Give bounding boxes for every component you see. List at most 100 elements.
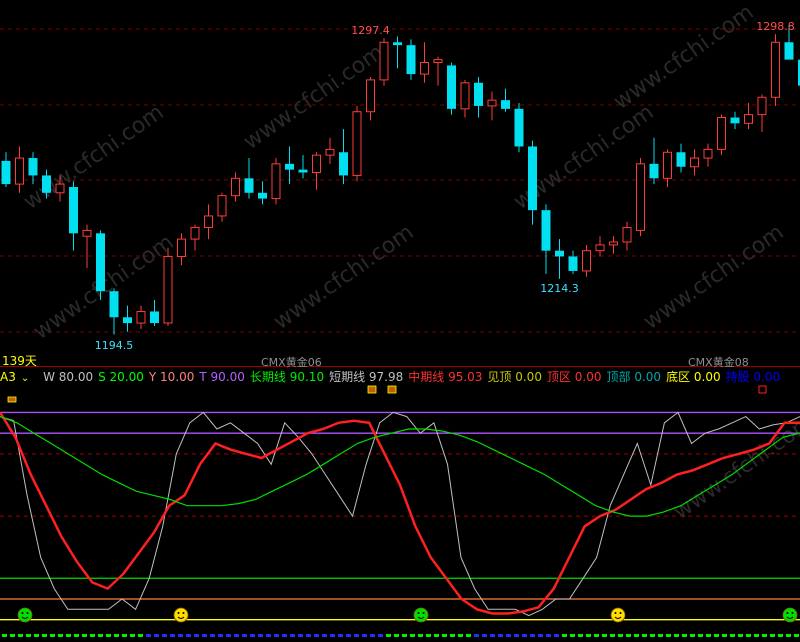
- chevron-down-icon: ⌄: [20, 373, 30, 384]
- signal-dot: [402, 634, 407, 637]
- indicator-item: S 20.00: [98, 370, 144, 384]
- signal-dot: [42, 634, 47, 637]
- watermark-text: www.cfchi.com: [19, 100, 168, 215]
- signal-dot: [66, 634, 71, 637]
- candle-up: [352, 111, 362, 176]
- signal-dot: [554, 634, 559, 637]
- signal-dot: [594, 634, 599, 637]
- signal-dot: [154, 634, 159, 637]
- signal-dot: [322, 634, 327, 637]
- signal-dot: [498, 634, 503, 637]
- watermark-text: www.cfchi.com: [609, 0, 758, 115]
- signal-dot: [466, 634, 471, 637]
- signal-dot: [722, 634, 727, 637]
- candle-down: [568, 256, 578, 271]
- candle-up: [420, 62, 429, 75]
- signal-dot: [474, 634, 479, 637]
- indicator-selector[interactable]: A3 ⌄: [0, 370, 34, 384]
- candle-down: [514, 108, 524, 147]
- signal-dot: [266, 634, 271, 637]
- signal-dot: [762, 634, 767, 637]
- signal-dot: [410, 634, 415, 637]
- signal-dot: [314, 634, 319, 637]
- contract-label-1: CMX黄金06: [261, 356, 322, 369]
- signal-dot: [386, 634, 391, 637]
- signal-dot: [618, 634, 623, 637]
- candle-up: [636, 163, 645, 231]
- signal-dot: [218, 634, 223, 637]
- signal-dot: [714, 634, 719, 637]
- candle-up: [595, 244, 605, 252]
- indicator-item: 底区 0.00: [666, 370, 721, 384]
- candle-up: [379, 41, 389, 81]
- candle-up: [15, 157, 24, 185]
- signal-dot: [730, 634, 735, 637]
- indicator-item: 见顶 0.00: [487, 370, 542, 384]
- signal-dot: [610, 634, 615, 637]
- price-annotation: 1297.4: [351, 24, 390, 37]
- signal-dot: [778, 634, 783, 637]
- indicator-bar: A3 ⌄ W 80.00 S 20.00 Y 10.00 T 90.00 长期线 90.1…: [0, 369, 800, 385]
- signal-dot: [186, 634, 191, 637]
- candle-up: [757, 96, 767, 116]
- signal-dot: [794, 634, 799, 637]
- indicator-item: 长期线 90.10: [249, 370, 325, 384]
- signal-dot: [570, 634, 575, 637]
- signal-dot: [90, 634, 95, 637]
- candle-up: [204, 215, 213, 229]
- signal-dot: [626, 634, 631, 637]
- candle-down: [474, 82, 483, 106]
- signal-dot: [98, 634, 103, 637]
- signal-marker: [387, 385, 397, 394]
- watermark-text: www.cfchi.com: [639, 220, 788, 335]
- candle-up: [163, 255, 173, 324]
- indicator-item: T 90.00: [199, 370, 245, 384]
- signal-dot: [82, 634, 87, 637]
- indicator-item: W 80.00: [43, 370, 94, 384]
- candle-up: [690, 157, 699, 168]
- signal-dot: [138, 634, 143, 637]
- signal-dot: [706, 634, 711, 637]
- smiley-icon: [173, 607, 189, 623]
- candle-down: [541, 210, 551, 251]
- signal-dot: [426, 634, 431, 637]
- signal-dot: [50, 634, 55, 637]
- signal-dot: [130, 634, 135, 637]
- signal-dot: [114, 634, 119, 637]
- signal-dot: [18, 634, 23, 637]
- signal-dot: [106, 634, 111, 637]
- price-annotation: 1194.5: [95, 339, 134, 352]
- signal-dot: [538, 634, 543, 637]
- candle-up: [717, 117, 726, 150]
- candle-down: [96, 233, 105, 292]
- signal-dot: [658, 634, 663, 637]
- candle-up: [622, 227, 632, 243]
- signal-dot: [562, 634, 567, 637]
- candle-down: [1, 160, 11, 185]
- signal-marker: [367, 385, 377, 394]
- candle-down: [42, 175, 51, 193]
- signal-dot: [122, 634, 127, 637]
- signal-dot: [370, 634, 375, 637]
- signal-dot: [378, 634, 383, 637]
- signal-dot: [146, 634, 151, 637]
- candle-up: [433, 59, 443, 64]
- signal-dot: [330, 634, 335, 637]
- signal-dot: [226, 634, 231, 637]
- candle-down: [649, 163, 659, 179]
- indicator-item: 顶部 0.00: [606, 370, 662, 384]
- candle-down: [730, 117, 740, 124]
- signal-dot: [586, 634, 591, 637]
- smiley-icon: [782, 607, 798, 623]
- candle-down: [406, 45, 416, 75]
- candle-down: [555, 250, 564, 257]
- signal-dot: [74, 634, 79, 637]
- signal-marker: [758, 385, 767, 394]
- candle-down: [285, 163, 294, 170]
- signal-dot: [602, 634, 607, 637]
- candle-down: [109, 291, 119, 318]
- panel-separator: [0, 366, 800, 367]
- smiley-icon: [413, 607, 429, 623]
- signal-dot: [290, 634, 295, 637]
- signal-dot: [162, 634, 167, 637]
